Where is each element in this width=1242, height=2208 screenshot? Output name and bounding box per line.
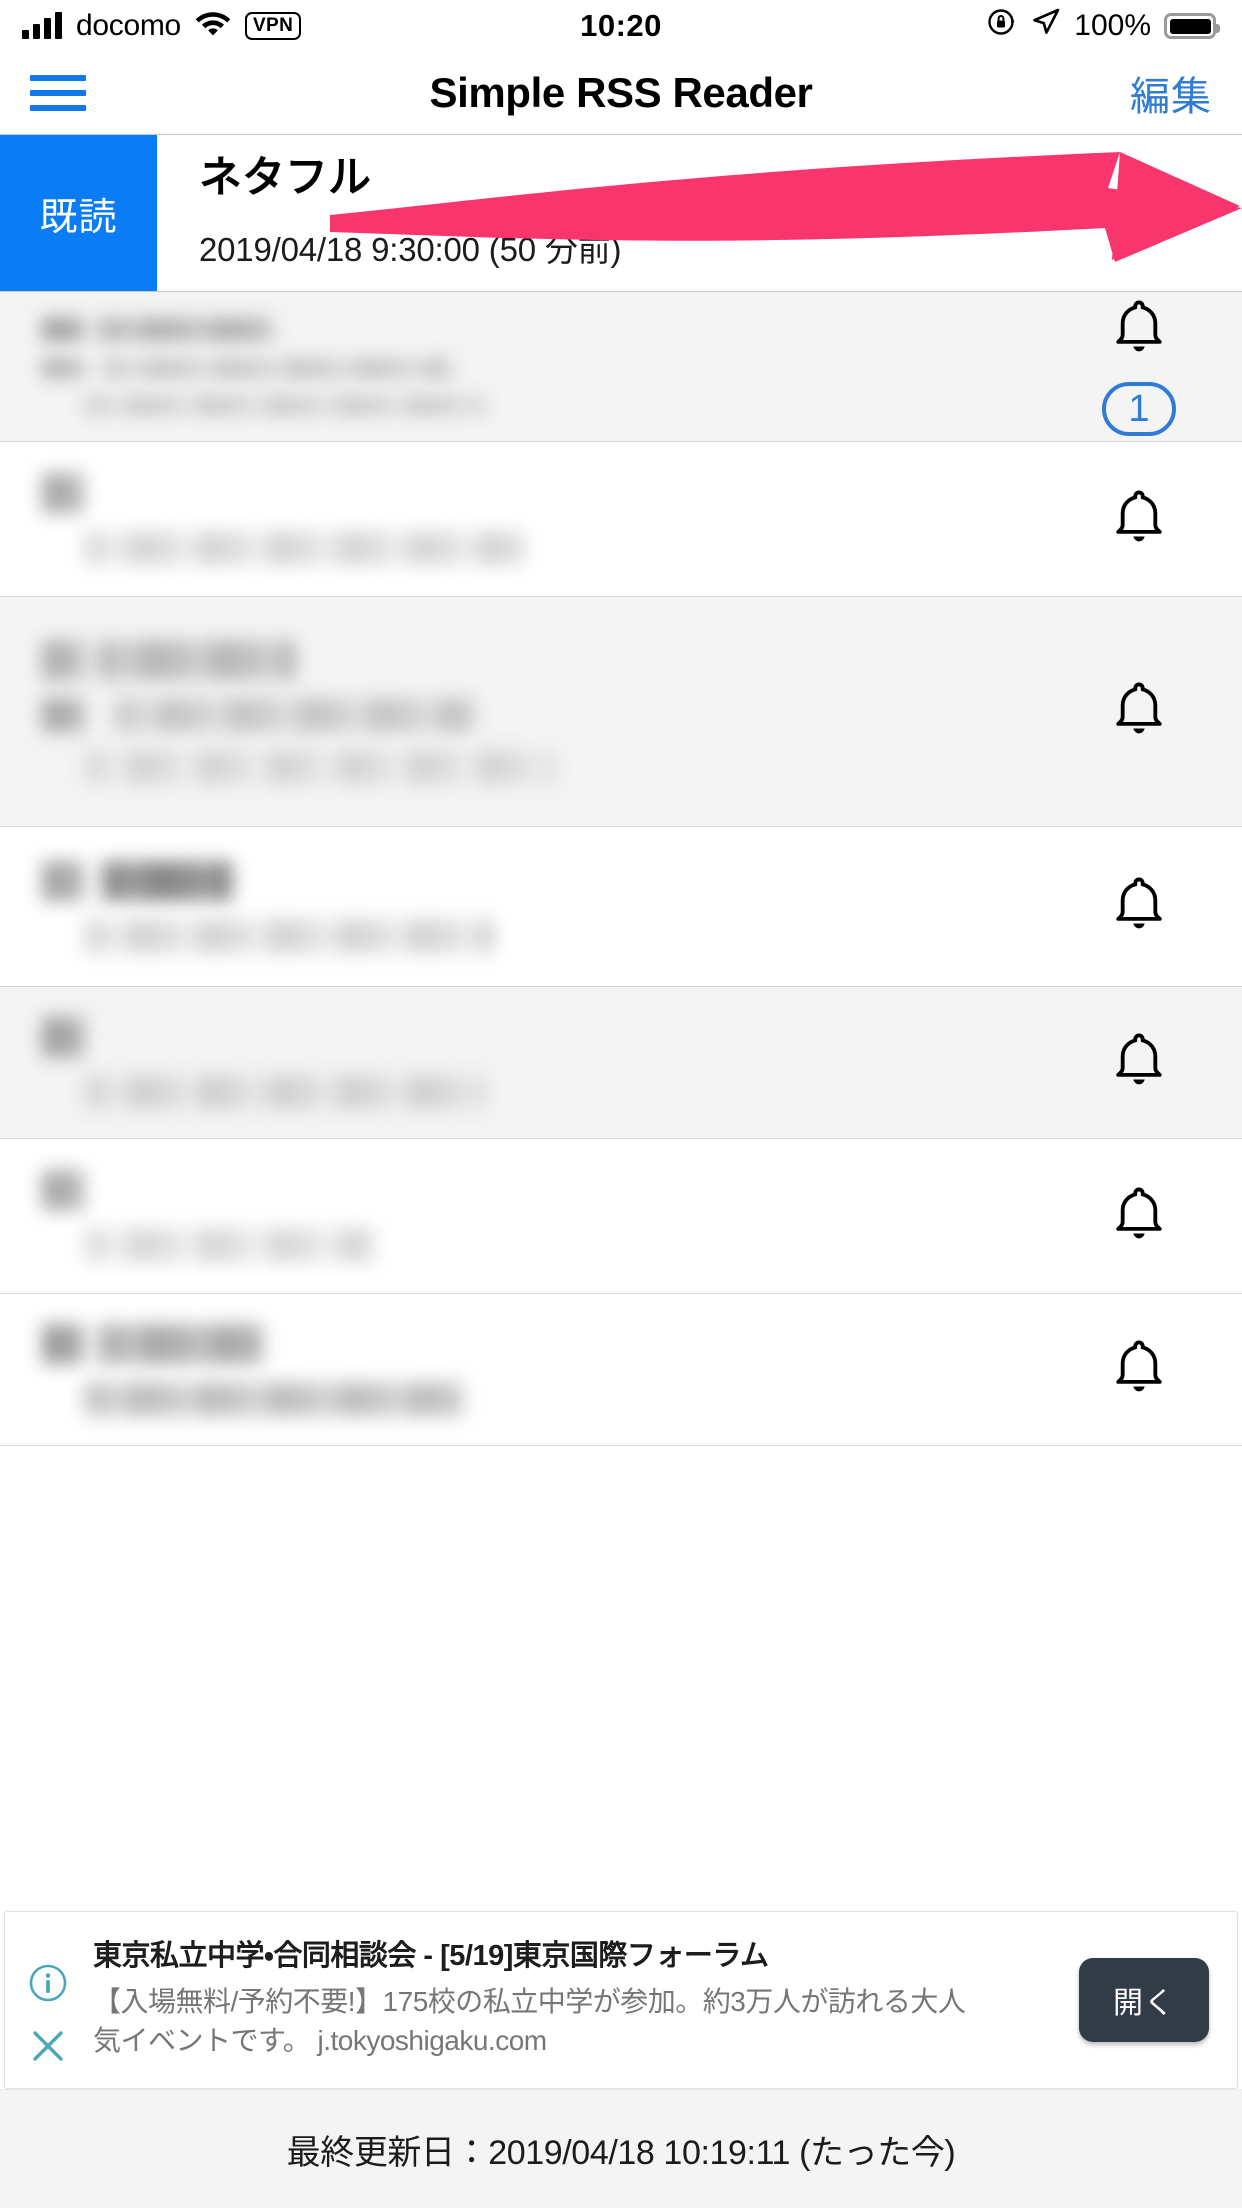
ad-body-line-2: 気イベントです。 j.tokyoshigaku.com [93, 2025, 547, 2057]
feed-timestamp: 2019/04/18 9:30:00 (50 分前) [199, 230, 622, 268]
article-row-content[interactable] [0, 597, 1054, 826]
redacted-text-line [42, 1016, 1054, 1057]
page-title: Simple RSS Reader [429, 69, 813, 116]
article-row-actions: 1 [1054, 292, 1242, 441]
ad-banner-text: 東京私立中学・合同相談会 - [5/19]東京国際フォーラム 【入場無料/予約不… [79, 1939, 1069, 2061]
status-bar-right: 100% [986, 6, 1220, 46]
redacted-text-line [42, 639, 1054, 680]
article-row-content[interactable] [0, 442, 1054, 596]
article-row-actions [1054, 987, 1242, 1138]
article-row-content[interactable] [0, 292, 1054, 441]
bell-icon[interactable] [1112, 297, 1166, 362]
vpn-badge: VPN [244, 12, 302, 40]
article-row-actions [1054, 1294, 1242, 1445]
bell-icon[interactable] [1112, 487, 1166, 552]
ad-banner[interactable]: 東京私立中学・合同相談会 - [5/19]東京国際フォーラム 【入場無料/予約不… [4, 1911, 1238, 2089]
article-row[interactable] [0, 827, 1242, 987]
bell-icon[interactable] [1112, 1184, 1166, 1249]
ad-body-line-1: 【入場無料/予約不要!】175校の私立中学が参加。約3万人が訪れる大人 [93, 1985, 966, 2017]
redacted-text-line [42, 395, 1054, 415]
feed-name: ネタフル [199, 154, 371, 203]
article-row-content[interactable] [0, 1294, 1054, 1445]
wifi-icon [195, 8, 231, 44]
status-bar-left: docomo VPN [22, 8, 302, 44]
bell-icon[interactable] [1112, 874, 1166, 939]
redacted-text-line [42, 1323, 1054, 1364]
article-row[interactable] [0, 1294, 1242, 1446]
article-row[interactable] [0, 1139, 1242, 1294]
article-row-actions [1054, 442, 1242, 596]
article-row-actions [1054, 827, 1242, 986]
navigation-bar: Simple RSS Reader 編集 [0, 52, 1242, 134]
article-row[interactable] [0, 442, 1242, 597]
article-list[interactable]: 1 [0, 292, 1242, 1911]
ad-banner-icons [5, 1963, 79, 2071]
mark-as-read-button[interactable]: 既読 [0, 135, 157, 291]
redacted-text-line [42, 1381, 1054, 1416]
last-updated-label: 最終更新日：2019/04/18 10:19:11 (たった今) [286, 2133, 956, 2172]
article-row-actions [1054, 597, 1242, 826]
status-bar: docomo VPN 10:20 100% [0, 0, 1242, 52]
article-row[interactable] [0, 987, 1242, 1139]
app-screen: docomo VPN 10:20 100% Simple RSS Reader … [0, 0, 1242, 2208]
bell-icon[interactable] [1112, 1337, 1166, 1402]
redacted-text-line [42, 531, 1054, 565]
hamburger-menu-icon[interactable] [30, 67, 86, 119]
redacted-text-line [42, 860, 1054, 901]
carrier-label: docomo [76, 9, 181, 42]
ad-title: 東京私立中学・合同相談会 - [5/19]東京国際フォーラム [93, 1939, 769, 1972]
redacted-text-line [42, 1170, 1054, 1210]
feed-row-content[interactable]: ネタフル 2019/04/18 9:30:00 (50 分前) [157, 135, 1242, 291]
ad-open-button[interactable]: 開く [1079, 1958, 1209, 2042]
signal-bars-icon [22, 12, 62, 39]
article-row-content[interactable] [0, 987, 1054, 1138]
article-row-content[interactable] [0, 827, 1054, 986]
article-row[interactable]: 1 [0, 292, 1242, 442]
battery-percent-label: 100% [1074, 9, 1151, 42]
redacted-text-line [42, 358, 1054, 378]
article-row-content[interactable] [0, 1139, 1054, 1293]
battery-icon [1164, 13, 1220, 39]
close-x-icon[interactable] [28, 2026, 68, 2071]
feed-row-swiped[interactable]: 既読 ネタフル 2019/04/18 9:30:00 (50 分前) [0, 134, 1242, 292]
unread-count-badge: 1 [1102, 382, 1176, 436]
article-row[interactable] [0, 597, 1242, 827]
bell-icon[interactable] [1112, 679, 1166, 744]
info-circle-icon[interactable] [28, 1963, 68, 2008]
redacted-text-line [42, 473, 1054, 513]
rotation-lock-icon [986, 6, 1018, 46]
edit-button[interactable]: 編集 [1130, 64, 1212, 122]
bell-icon[interactable] [1112, 1030, 1166, 1095]
redacted-text-line [42, 1228, 1054, 1262]
redacted-text-line [42, 749, 1054, 784]
article-row-actions [1054, 1139, 1242, 1293]
redacted-text-line [42, 697, 1054, 732]
location-arrow-icon [1031, 7, 1061, 45]
redacted-text-line [42, 918, 1054, 953]
last-updated-bar: 最終更新日：2019/04/18 10:19:11 (たった今) [0, 2089, 1242, 2208]
redacted-text-line [42, 1074, 1054, 1109]
redacted-text-line [42, 318, 1054, 341]
